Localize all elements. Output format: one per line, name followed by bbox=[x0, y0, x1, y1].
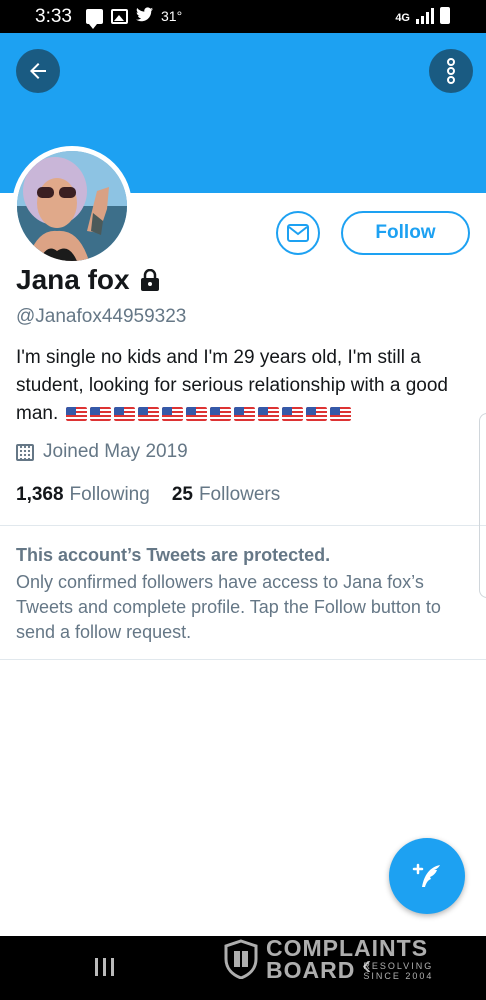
followers-count: 25 bbox=[171, 484, 193, 505]
watermark-tag1: RESOLVING bbox=[363, 961, 434, 971]
us-flag-emoji-row bbox=[65, 406, 351, 421]
following-count: 1,368 bbox=[16, 484, 64, 505]
direct-message-button[interactable] bbox=[276, 211, 320, 255]
calendar-icon bbox=[16, 443, 34, 461]
joined-date-row: Joined May 2019 bbox=[16, 441, 188, 463]
us-flag-emoji bbox=[113, 406, 135, 421]
gallery-notification-icon bbox=[111, 8, 128, 24]
follow-button[interactable]: Follow bbox=[341, 211, 470, 255]
us-flag-emoji bbox=[233, 406, 255, 421]
signal-strength-icon bbox=[416, 8, 434, 24]
followers-stat[interactable]: 25 Followers bbox=[172, 484, 280, 506]
us-flag-emoji bbox=[305, 406, 327, 421]
section-divider bbox=[0, 525, 486, 526]
complaints-board-watermark: COMPLAINTS BOARD RESOLVING SINCE 2004 bbox=[224, 936, 433, 982]
profile-name-row: Jana fox bbox=[16, 264, 160, 296]
us-flag-emoji bbox=[281, 406, 303, 421]
followers-label: Followers bbox=[198, 484, 281, 505]
us-flag-emoji bbox=[89, 406, 111, 421]
more-options-button[interactable] bbox=[429, 49, 473, 93]
avatar-photo bbox=[17, 151, 127, 261]
watermark-line1: COMPLAINTS bbox=[266, 935, 429, 961]
profile-bio: I'm single no kids and I'm 29 years old,… bbox=[16, 344, 466, 428]
section-divider bbox=[0, 659, 486, 660]
profile-avatar[interactable] bbox=[12, 146, 132, 266]
recent-apps-button[interactable] bbox=[95, 958, 114, 976]
protected-notice-title: This account’s Tweets are protected. bbox=[16, 545, 331, 565]
twitter-bird-icon bbox=[136, 7, 153, 25]
battery-icon bbox=[440, 7, 450, 24]
following-stat[interactable]: 1,368 Following bbox=[16, 484, 150, 506]
compose-tweet-button[interactable] bbox=[389, 838, 465, 914]
status-time: 3:33 bbox=[35, 6, 72, 27]
status-bar: 3:33 31° 4G bbox=[0, 0, 486, 33]
follow-stats: 1,368 Following 25 Followers bbox=[16, 484, 280, 506]
lock-icon bbox=[140, 269, 159, 291]
profile-handle: @Janafox44959323 bbox=[16, 306, 187, 327]
watermark-text: COMPLAINTS BOARD RESOLVING SINCE 2004 bbox=[266, 935, 434, 983]
status-system-icons: 4G bbox=[395, 7, 450, 24]
us-flag-emoji bbox=[209, 406, 231, 421]
us-flag-emoji bbox=[329, 406, 351, 421]
us-flag-emoji bbox=[161, 406, 183, 421]
us-flag-emoji bbox=[137, 406, 159, 421]
watermark-line2: BOARD bbox=[266, 957, 356, 983]
shield-logo-icon bbox=[224, 939, 258, 979]
more-vertical-icon bbox=[447, 58, 455, 84]
arrow-left-icon bbox=[30, 63, 46, 79]
us-flag-emoji bbox=[65, 406, 87, 421]
joined-date: Joined May 2019 bbox=[43, 441, 188, 462]
status-notification-icons: 31° bbox=[86, 7, 183, 29]
display-name: Jana fox bbox=[16, 264, 130, 295]
message-notification-icon bbox=[86, 8, 103, 29]
watermark-tag2: SINCE 2004 bbox=[363, 971, 434, 981]
us-flag-emoji bbox=[257, 406, 279, 421]
protected-notice-body: Only confirmed followers have access to … bbox=[16, 572, 441, 642]
compose-tweet-icon bbox=[412, 863, 440, 887]
following-label: Following bbox=[69, 484, 150, 505]
envelope-icon bbox=[287, 224, 309, 242]
back-button[interactable] bbox=[16, 49, 60, 93]
network-4g-icon: 4G bbox=[395, 12, 410, 24]
us-flag-emoji bbox=[185, 406, 207, 421]
edge-panel-handle[interactable] bbox=[479, 413, 486, 598]
status-temperature: 31° bbox=[161, 8, 183, 24]
